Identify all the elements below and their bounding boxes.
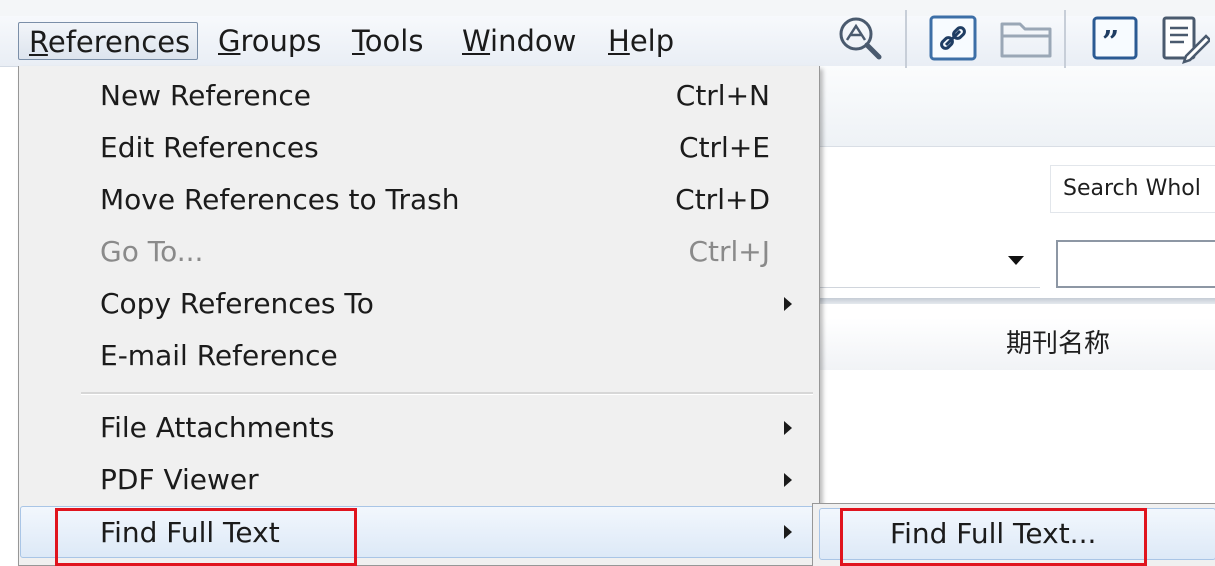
submenu-arrow-icon bbox=[784, 297, 792, 311]
menu-item-move-to-trash[interactable]: Move References to Trash Ctrl+D bbox=[20, 174, 818, 226]
menu-references-rest: eferences bbox=[47, 25, 191, 59]
quote-icon[interactable]: ” bbox=[1090, 12, 1140, 64]
menu-tools-rest: ools bbox=[364, 24, 424, 58]
search-scope-select[interactable]: Search Whol bbox=[1050, 165, 1215, 213]
menu-groups[interactable]: Groups bbox=[208, 22, 331, 60]
edit-document-icon[interactable] bbox=[1160, 12, 1210, 64]
column-header-journal[interactable]: 期刊名称 bbox=[1006, 322, 1110, 366]
main-toolbar bbox=[820, 66, 1215, 147]
menu-item-label: Move References to Trash bbox=[100, 183, 460, 216]
link-icon[interactable] bbox=[928, 12, 978, 64]
toolbar-separator bbox=[1064, 10, 1066, 68]
menu-item-edit-references[interactable]: Edit References Ctrl+E bbox=[20, 122, 818, 174]
annotation-highlight-box bbox=[840, 508, 1147, 566]
menu-item-file-attachments[interactable]: File Attachments bbox=[20, 402, 818, 454]
search-field-dropdown[interactable] bbox=[820, 236, 1040, 288]
menu-groups-mnemonic: G bbox=[218, 24, 241, 58]
references-menu: New Reference Ctrl+N Edit References Ctr… bbox=[18, 66, 820, 566]
reference-list bbox=[820, 370, 1215, 510]
menu-item-shortcut: Ctrl+E bbox=[679, 131, 770, 164]
menu-help[interactable]: Help bbox=[598, 22, 684, 60]
menu-window-rest: indow bbox=[490, 24, 577, 58]
menu-item-label: File Attachments bbox=[100, 411, 335, 444]
menu-item-shortcut: Ctrl+D bbox=[675, 183, 770, 216]
menu-window-mnemonic: W bbox=[462, 24, 491, 58]
chevron-down-icon[interactable] bbox=[1008, 256, 1024, 265]
menu-groups-rest: roups bbox=[240, 24, 322, 58]
menu-tools-mnemonic: T bbox=[352, 24, 365, 58]
menu-item-go-to: Go To... Ctrl+J bbox=[20, 226, 818, 278]
menu-references-mnemonic: R bbox=[29, 25, 48, 59]
menu-item-shortcut: Ctrl+N bbox=[675, 79, 770, 112]
pane-divider bbox=[820, 298, 1215, 304]
menu-references[interactable]: References bbox=[18, 22, 198, 60]
folder-icon[interactable] bbox=[998, 12, 1056, 64]
menu-item-new-reference[interactable]: New Reference Ctrl+N bbox=[20, 70, 818, 122]
online-search-icon[interactable] bbox=[835, 12, 885, 64]
menu-item-label: E-mail Reference bbox=[100, 339, 338, 372]
toolbar-separator bbox=[905, 10, 907, 68]
submenu-arrow-icon bbox=[784, 525, 792, 539]
submenu-arrow-icon bbox=[784, 473, 792, 487]
menu-item-label: Copy References To bbox=[100, 287, 374, 320]
menu-item-label: Go To... bbox=[100, 235, 204, 268]
search-input[interactable] bbox=[1056, 240, 1215, 288]
annotation-highlight-box bbox=[55, 508, 357, 566]
menu-item-shortcut: Ctrl+J bbox=[688, 235, 770, 268]
menu-tools[interactable]: Tools bbox=[342, 22, 433, 60]
menu-item-copy-references-to[interactable]: Copy References To bbox=[20, 278, 818, 330]
menu-item-label: Edit References bbox=[100, 131, 319, 164]
menu-help-mnemonic: H bbox=[608, 24, 630, 58]
svg-text:”: ” bbox=[1102, 25, 1119, 60]
menu-item-pdf-viewer[interactable]: PDF Viewer bbox=[20, 454, 818, 506]
menu-item-label: PDF Viewer bbox=[100, 463, 259, 496]
submenu-arrow-icon bbox=[784, 421, 792, 435]
menu-item-label: New Reference bbox=[100, 79, 311, 112]
menu-help-rest: elp bbox=[629, 24, 675, 58]
menu-separator bbox=[81, 392, 813, 395]
menu-window[interactable]: Window bbox=[452, 22, 586, 60]
menu-item-email-reference[interactable]: E-mail Reference bbox=[20, 330, 818, 382]
